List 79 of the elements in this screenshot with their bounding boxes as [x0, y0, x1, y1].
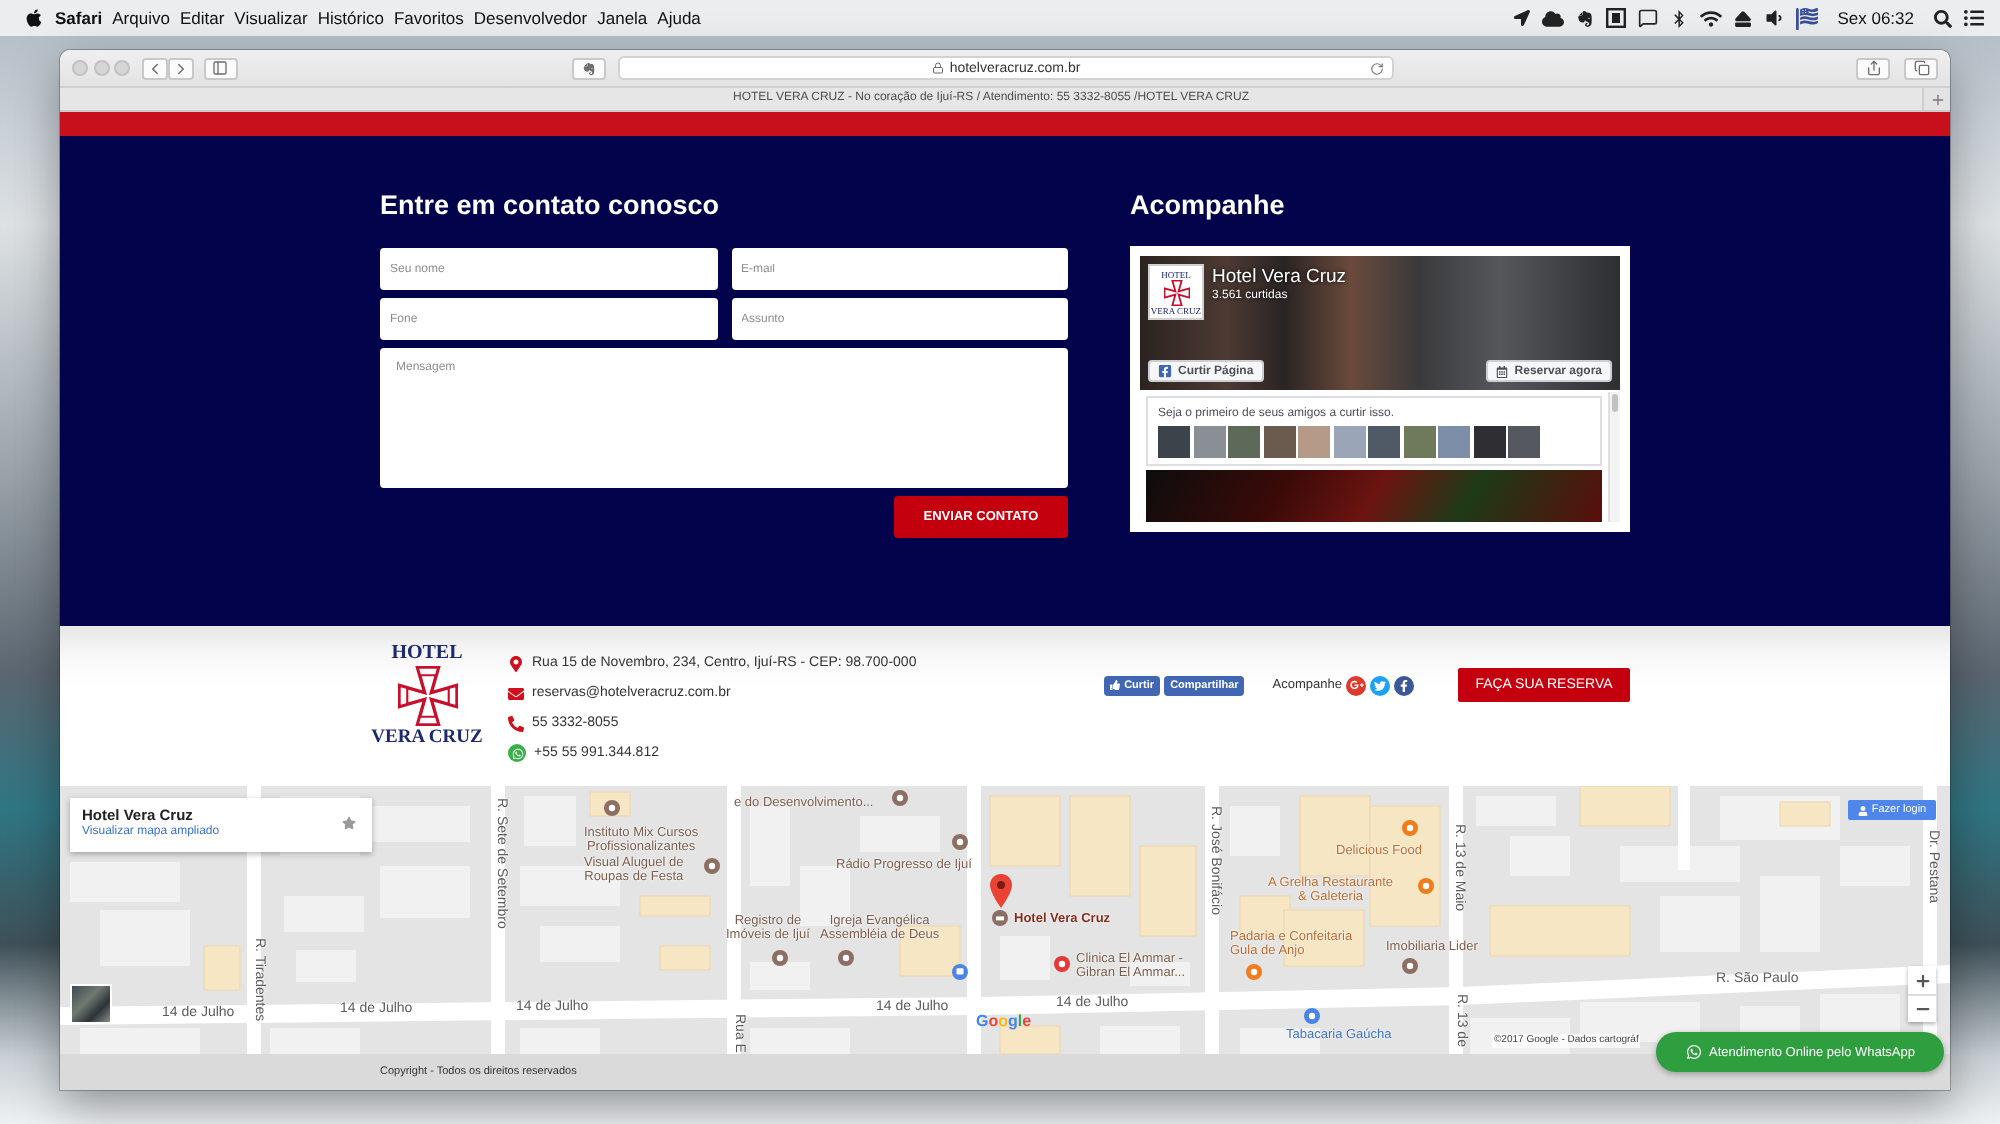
map-marker-icon[interactable]	[604, 800, 620, 816]
menu-item[interactable]: Editar	[174, 4, 230, 32]
facebook-icon[interactable]	[1394, 675, 1414, 695]
message-icon[interactable]	[1637, 8, 1658, 28]
section-heading: Entre em contato conosco	[380, 188, 722, 224]
star-icon[interactable]	[342, 816, 356, 830]
calendar-icon	[1496, 365, 1509, 377]
search-icon[interactable]	[1934, 9, 1952, 27]
user-icon	[1857, 805, 1868, 815]
page-name[interactable]: Hotel Vera Cruz	[1212, 266, 1347, 288]
menu-item[interactable]: Favoritos	[388, 4, 469, 32]
avatar-placeholder[interactable]	[1473, 426, 1505, 458]
bus-stop-icon[interactable]	[952, 964, 968, 980]
map-marker-icon[interactable]	[1402, 820, 1418, 836]
tabs-button[interactable]	[1904, 57, 1938, 79]
plus-icon	[1929, 91, 1945, 107]
list-icon[interactable]	[1964, 8, 1984, 28]
flag-icon[interactable]	[1795, 7, 1818, 29]
reload-icon[interactable]	[1370, 62, 1384, 76]
menu-item[interactable]: Visualizar	[229, 4, 313, 32]
envelope-icon	[508, 685, 524, 701]
share-icon	[1865, 60, 1881, 76]
map-marker-icon[interactable]	[772, 950, 788, 966]
menu-item[interactable]: Desenvolvedor	[468, 4, 593, 32]
map-marker-icon[interactable]	[1418, 878, 1434, 894]
extension-button[interactable]	[571, 57, 605, 79]
cross-emblem-icon	[397, 666, 457, 726]
volume-icon[interactable]	[1763, 8, 1784, 28]
satellite-thumbnail[interactable]	[70, 984, 112, 1024]
logo-text: VERA CRUZ	[371, 726, 483, 750]
twitter-icon[interactable]	[1370, 675, 1390, 695]
google-plus-icon[interactable]	[1346, 675, 1366, 695]
menu-item[interactable]: Histórico	[312, 4, 389, 32]
hotel-marker-icon[interactable]	[992, 910, 1008, 926]
elephant-icon[interactable]	[1575, 9, 1594, 27]
map-marker-icon[interactable]	[838, 950, 854, 966]
whatsapp-icon	[508, 744, 526, 762]
share-button[interactable]	[1856, 57, 1890, 79]
map-marker-icon[interactable]	[1246, 964, 1262, 980]
forward-button[interactable]	[167, 57, 193, 79]
whatsapp-icon	[1685, 1044, 1701, 1060]
lock-icon	[931, 62, 944, 74]
menu-item[interactable]: Arquivo	[107, 4, 175, 32]
sidebar-button[interactable]	[203, 57, 237, 79]
map-pin-icon[interactable]	[990, 874, 1012, 908]
apple-icon[interactable]	[24, 8, 44, 28]
logo-text: HOTEL	[391, 642, 463, 666]
zoom-out-button[interactable]	[1908, 994, 1936, 1022]
clock[interactable]: Sex 06:32	[1837, 4, 1914, 32]
eject-icon[interactable]	[1733, 9, 1752, 27]
cross-emblem-icon	[1163, 279, 1189, 305]
box-icon[interactable]	[1605, 8, 1626, 28]
map-marker-icon[interactable]	[1304, 1008, 1320, 1024]
phone-icon	[508, 715, 524, 731]
wifi-icon[interactable]	[1699, 7, 1722, 29]
section-heading: Acompanhe	[1130, 188, 1287, 224]
elephant-icon	[581, 61, 595, 75]
map-marker-icon[interactable]	[1054, 956, 1070, 972]
avatar-placeholder[interactable]	[1263, 426, 1295, 458]
facebook-icon	[1158, 364, 1172, 378]
location-arrow-icon[interactable]	[1513, 10, 1530, 26]
map-marker-icon[interactable]	[952, 834, 968, 850]
plus-icon	[1913, 971, 1931, 989]
bluetooth-icon[interactable]	[1669, 9, 1688, 27]
menu-item[interactable]: Janela	[592, 4, 653, 32]
menu-item[interactable]: Ajuda	[652, 4, 706, 32]
map-pin-icon	[508, 655, 524, 671]
back-button[interactable]	[141, 57, 167, 79]
zoom-in-button[interactable]	[1908, 966, 1936, 994]
thumbs-up-icon	[1110, 680, 1121, 690]
map-marker-icon[interactable]	[1402, 958, 1418, 974]
map-marker-icon[interactable]	[892, 790, 908, 806]
app-menu[interactable]: Safari	[50, 4, 108, 32]
google-logo: Google	[976, 1012, 1032, 1030]
map-marker-icon[interactable]	[704, 858, 720, 874]
cloud-icon[interactable]	[1541, 7, 1564, 29]
tabs-icon	[1913, 60, 1929, 76]
sidebar-icon	[212, 60, 228, 76]
scrollbar-track[interactable]	[1608, 392, 1620, 522]
